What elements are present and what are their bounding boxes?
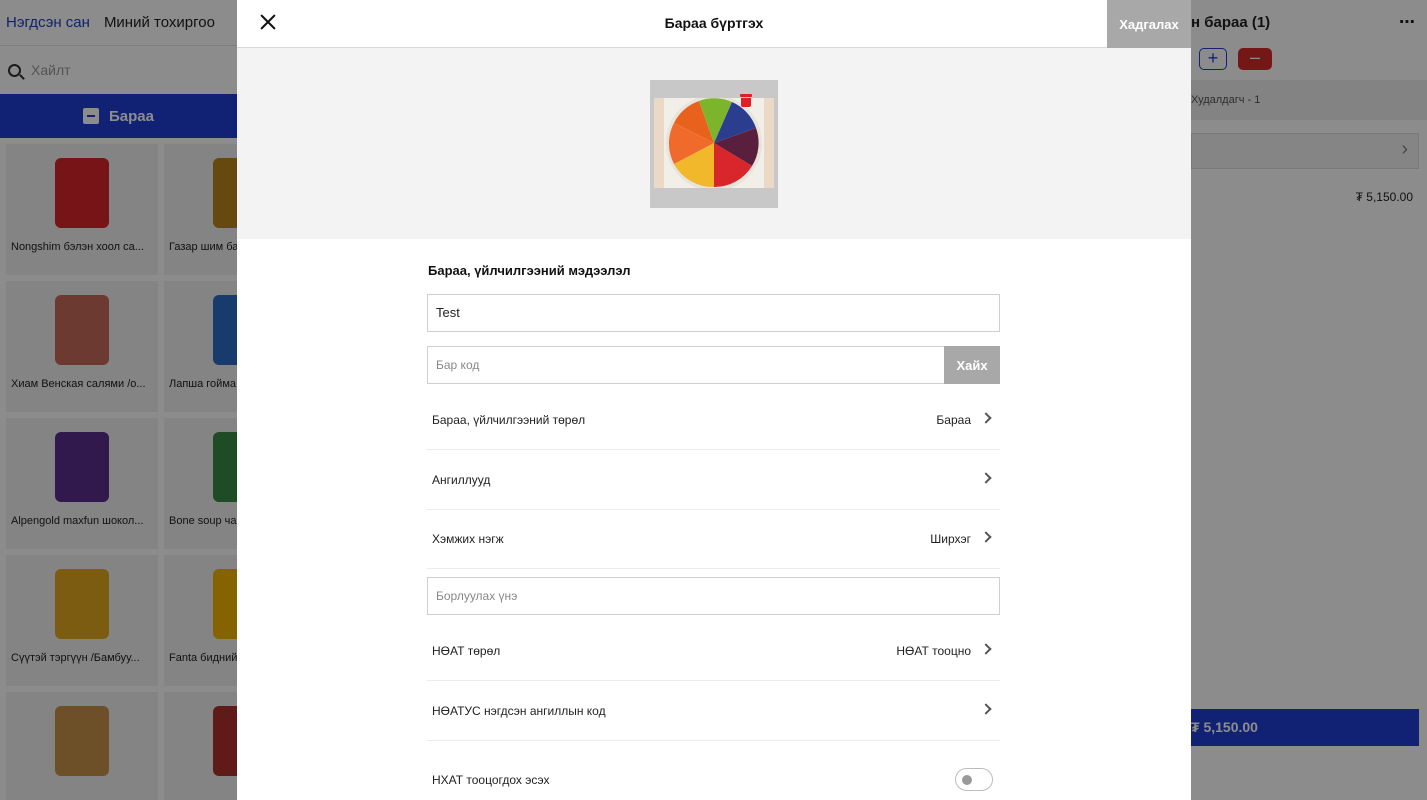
register-product-modal: Бараа бүртгэх Хадгалах Бараа, үйлчилгээн… (237, 0, 1191, 800)
vat-type-row[interactable]: НӨАТ төрөл НӨАТ тооцно (427, 621, 1000, 681)
product-type-label: Бараа, үйлчилгээний төрөл (432, 413, 586, 427)
categories-label: Ангиллууд (432, 473, 491, 487)
vat-type-label: НӨАТ төрөл (432, 644, 501, 658)
product-type-row[interactable]: Бараа, үйлчилгээний төрөл Бараа (427, 390, 1000, 450)
trash-icon[interactable] (740, 94, 752, 107)
modal-header: Бараа бүртгэх Хадгалах (237, 0, 1191, 48)
chevron-right-icon (980, 412, 992, 424)
modal-title: Бараа бүртгэх (664, 15, 764, 31)
vat-type-value: НӨАТ тооцно (896, 644, 971, 658)
chevron-right-icon (980, 472, 992, 484)
product-photo (654, 98, 774, 188)
save-button[interactable]: Хадгалах (1107, 0, 1191, 48)
city-tax-row: НХАТ тооцогдох эсэх (427, 752, 1000, 800)
barcode-field[interactable]: Бар код (427, 346, 945, 384)
barcode-search-button[interactable]: Хайх (944, 346, 1000, 384)
unit-row[interactable]: Хэмжих нэгж Ширхэг (427, 509, 1000, 569)
fruit-bowl-image (654, 98, 774, 188)
sale-price-field[interactable]: Борлуулах үнэ (427, 577, 1000, 615)
vat-class-code-label: НӨАТУС нэгдсэн ангиллын код (432, 704, 606, 718)
categories-row[interactable]: Ангиллууд (427, 450, 1000, 510)
city-tax-label: НХАТ тооцогдох эсэх (432, 773, 550, 787)
close-icon[interactable] (257, 11, 279, 33)
image-area (237, 48, 1191, 239)
chevron-right-icon (980, 643, 992, 655)
unit-label: Хэмжих нэгж (432, 532, 504, 546)
chevron-right-icon (980, 531, 992, 543)
unit-value: Ширхэг (930, 532, 971, 546)
vat-class-code-row[interactable]: НӨАТУС нэгдсэн ангиллын код (427, 681, 1000, 741)
chevron-right-icon (980, 703, 992, 715)
product-image-frame[interactable] (650, 80, 778, 208)
city-tax-toggle[interactable] (955, 768, 993, 791)
toggle-knob (962, 775, 972, 785)
product-name-field[interactable]: Test (427, 294, 1000, 332)
section-title: Бараа, үйлчилгээний мэдээлэл (428, 263, 631, 278)
barcode-group: Бар код Хайх (427, 346, 1000, 384)
product-type-value: Бараа (936, 413, 971, 427)
